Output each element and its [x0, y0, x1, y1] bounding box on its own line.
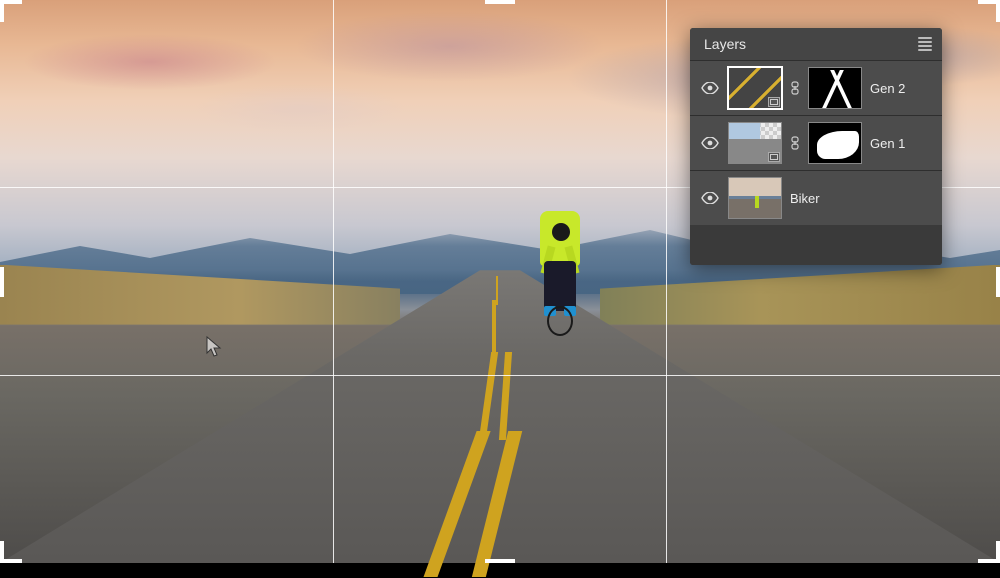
eye-icon [701, 137, 719, 149]
layer-thumbnail[interactable] [728, 177, 782, 219]
crop-handle-left[interactable] [0, 267, 4, 297]
crop-handle-top-left[interactable] [0, 0, 22, 22]
link-icon[interactable] [790, 81, 800, 95]
crop-grid-horizontal-2 [0, 375, 1000, 376]
crop-handle-right[interactable] [996, 267, 1000, 297]
layers-panel-header[interactable]: Layers [690, 28, 942, 60]
visibility-toggle[interactable] [700, 78, 720, 98]
eye-icon [701, 192, 719, 204]
layer-thumbnail[interactable] [728, 67, 782, 109]
crop-handle-bottom-left[interactable] [0, 541, 22, 563]
visibility-toggle[interactable] [700, 133, 720, 153]
layer-row-gen-1[interactable]: Gen 1 [690, 115, 942, 170]
layer-mask-thumbnail[interactable] [808, 122, 862, 164]
layer-name-label[interactable]: Biker [790, 191, 932, 206]
crop-grid-vertical-2 [666, 0, 667, 563]
crop-handle-top-right[interactable] [978, 0, 1000, 22]
layers-panel[interactable]: Layers Gen 2 [690, 28, 942, 265]
crop-handle-bottom-right[interactable] [978, 541, 1000, 563]
smart-object-badge-icon [768, 97, 780, 107]
layer-thumbnail[interactable] [728, 122, 782, 164]
layer-mask-thumbnail[interactable] [808, 67, 862, 109]
layers-panel-footer [690, 225, 942, 265]
visibility-toggle[interactable] [700, 188, 720, 208]
crop-grid-vertical-1 [333, 0, 334, 563]
layer-name-label[interactable]: Gen 1 [870, 136, 932, 151]
layers-panel-title: Layers [704, 36, 746, 52]
layer-row-gen-2[interactable]: Gen 2 [690, 60, 942, 115]
smart-object-badge-icon [768, 152, 780, 162]
crop-handle-bottom[interactable] [485, 559, 515, 563]
eye-icon [701, 82, 719, 94]
layer-name-label[interactable]: Gen 2 [870, 81, 932, 96]
panel-menu-icon[interactable] [918, 37, 932, 51]
cyclist-subject [530, 191, 590, 341]
layer-row-biker[interactable]: Biker [690, 170, 942, 225]
link-icon[interactable] [790, 136, 800, 150]
crop-handle-top[interactable] [485, 0, 515, 4]
